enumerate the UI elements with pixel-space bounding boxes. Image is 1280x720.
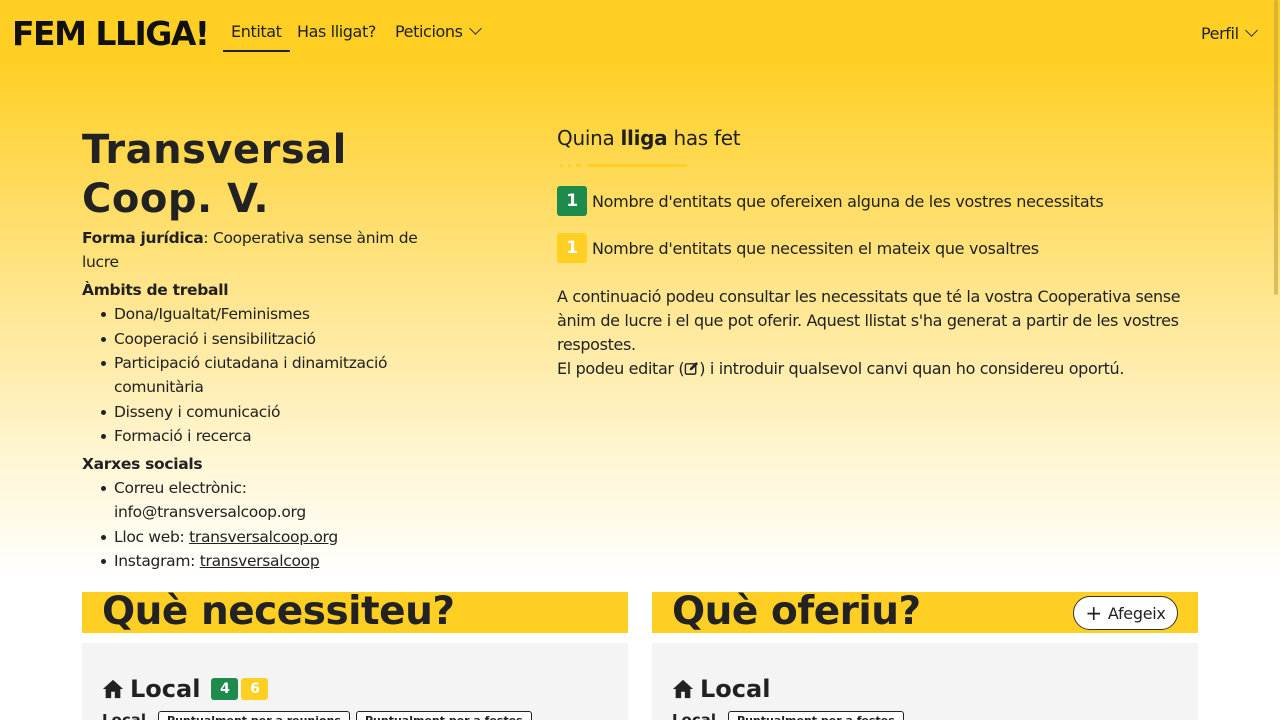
profile-menu[interactable]: Perfil — [1201, 24, 1258, 53]
edit-text-pre: El podeu editar ( — [557, 359, 685, 378]
social-heading: Xarxes socials — [82, 455, 203, 473]
offer-count-badge: 1 — [557, 186, 587, 216]
page-scrollbar[interactable] — [1274, 0, 1278, 295]
social-email: Correu electrònic: info@transversalcoop.o… — [101, 476, 452, 524]
offers-panel-title: Què oferiu? — [672, 589, 921, 634]
nav-tab-entitat[interactable]: Entitat — [223, 22, 290, 52]
top-navbar: FEM LLIGA! Entitat Has lligat? Peticions… — [0, 0, 1280, 70]
instagram-link[interactable]: transversalcoop — [200, 552, 320, 570]
lliga-title-post: has fet — [673, 126, 741, 150]
edit-text-post: ) i introduir qualsevol canvi quan ho co… — [699, 359, 1125, 378]
email-label: Correu electrònic: — [114, 479, 247, 497]
nav-tab-has-lligat[interactable]: Has lligat? — [297, 22, 376, 51]
needs-tag-category: Local — [102, 711, 147, 720]
add-offer-button[interactable]: + Afegeix — [1073, 596, 1178, 630]
offers-local-heading: Local — [672, 675, 770, 703]
needs-tag[interactable]: Puntualment per a reunions — [158, 711, 350, 720]
area-item: Formació i recerca — [101, 424, 452, 448]
entity-name: Transversal Coop. V. — [82, 127, 347, 222]
needs-panel-title: Què necessiteu? — [102, 589, 455, 634]
social-list: Correu electrònic: info@transversalcoop.o… — [82, 476, 452, 573]
web-link[interactable]: transversalcoop.org — [189, 528, 338, 546]
offer-count-row: 1 Nombre d'entitats que ofereixen alguna… — [557, 186, 1197, 216]
offers-tag[interactable]: Puntualment per a festes — [728, 711, 904, 720]
edit-icon — [685, 361, 699, 375]
web-label: Lloc web: — [114, 527, 185, 546]
area-item: Participació ciutadana i dinamització co… — [101, 351, 452, 399]
area-item: Dona/Igualtat/Feminismes — [101, 302, 452, 326]
lliga-title: Quina lliga has fet — [557, 126, 1197, 150]
area-item: Disseny i comunicació — [101, 400, 452, 424]
home-icon — [672, 679, 694, 699]
nav-peticions-label: Peticions — [395, 22, 463, 41]
lliga-title-bold: lliga — [620, 126, 668, 150]
needs-panel-header: Què necessiteu? — [82, 589, 628, 634]
title-underline-decoration — [557, 164, 1197, 174]
offers-panel-body: Local Local Puntualment per a festes — [652, 643, 1198, 720]
need-count-badge: 1 — [557, 233, 587, 263]
needs-tag[interactable]: Puntualment per a festes — [355, 711, 532, 720]
offer-count-text: Nombre d'entitats que ofereixen alguna d… — [592, 191, 1104, 211]
profile-label: Perfil — [1201, 24, 1239, 43]
offers-tag-category: Local — [672, 711, 717, 720]
email-value: info@transversalcoop.org — [114, 503, 306, 521]
legal-form: Forma jurídica: Cooperativa sense ànim d… — [82, 226, 452, 274]
edit-paragraph: El podeu editar ( ) i introduir qualsevol… — [557, 357, 1197, 381]
brand-logo[interactable]: FEM LLIGA! — [12, 14, 210, 53]
plus-icon: + — [1085, 601, 1102, 625]
chevron-down-icon — [468, 22, 482, 35]
need-count-row: 1 Nombre d'entitats que necessiten el ma… — [557, 233, 1197, 263]
offers-local-label: Local — [700, 675, 771, 703]
offers-panel-header: Què oferiu? + Afegeix — [652, 589, 1198, 634]
needs-tag-row: Local Puntualment per a reunions Puntual… — [102, 711, 532, 720]
need-count-text: Nombre d'entitats que necessiten el mate… — [592, 238, 1039, 258]
nav-tab-peticions[interactable]: Peticions — [395, 22, 482, 51]
offers-tag-row: Local Puntualment per a festes — [672, 711, 904, 720]
areas-list: Dona/Igualtat/Feminismes Cooperació i se… — [82, 302, 452, 448]
intro-paragraph: A continuació podeu consultar les necess… — [557, 287, 1181, 354]
lliga-summary: Quina lliga has fet 1 Nombre d'entitats … — [557, 126, 1197, 381]
home-icon — [102, 679, 124, 699]
social-instagram: Instagram: transversalcoop — [101, 549, 452, 573]
add-offer-label: Afegeix — [1107, 603, 1166, 623]
chevron-down-icon — [1244, 24, 1258, 37]
areas-heading: Àmbits de treball — [82, 281, 229, 299]
instagram-label: Instagram: — [114, 552, 196, 570]
entity-info: Forma jurídica: Cooperativa sense ànim d… — [82, 226, 452, 574]
needs-local-heading: Local 4 6 — [102, 675, 269, 703]
match-count-green-badge: 4 — [211, 678, 239, 700]
needs-local-label: Local — [130, 675, 201, 703]
social-web: Lloc web: transversalcoop.org — [101, 525, 452, 549]
lliga-title-pre: Quina — [557, 126, 615, 150]
match-count-yellow-badge: 6 — [241, 678, 269, 700]
area-item: Cooperació i sensibilització — [101, 327, 452, 351]
legal-form-label: Forma jurídica — [82, 229, 204, 247]
needs-panel-body: Local 4 6 Local Puntualment per a reunio… — [82, 643, 628, 720]
